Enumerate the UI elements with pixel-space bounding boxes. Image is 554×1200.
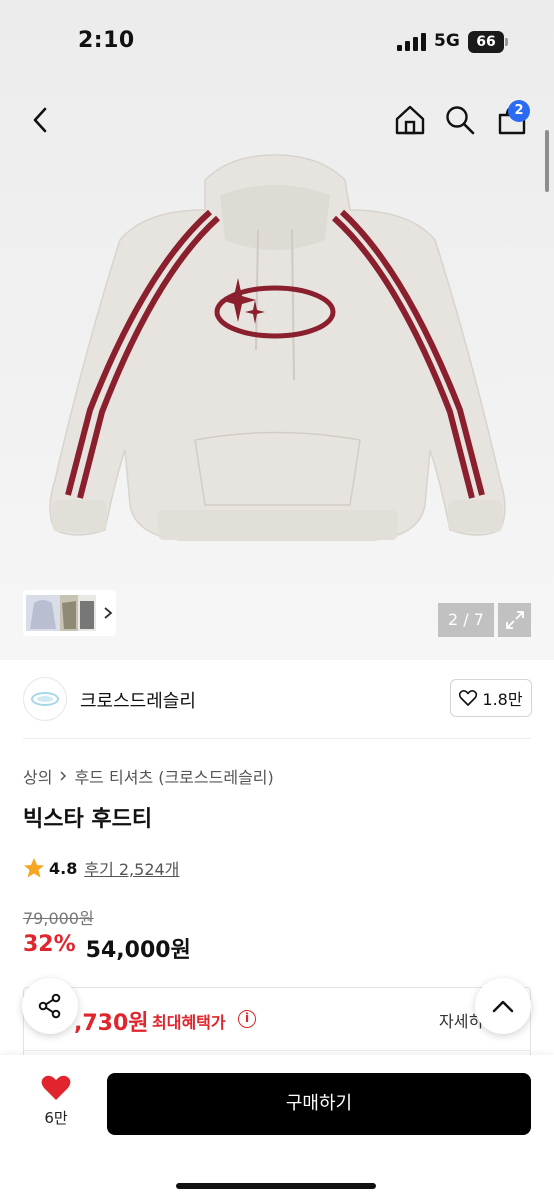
home-icon [395,105,425,135]
scroll-top-button[interactable] [475,978,531,1034]
share-button[interactable] [22,978,78,1034]
breadcrumb: 상의 후드 티셔츠 (크로스드레슬리) [23,764,274,788]
breadcrumb-subcategory[interactable]: 후드 티셔츠 (크로스드레슬리) [74,764,273,788]
back-button[interactable] [18,98,62,142]
home-indicator [176,1183,376,1189]
signal-icon [397,33,426,51]
brand-logo[interactable] [23,677,67,721]
thumbnail-images [26,595,96,631]
brand-name[interactable]: 크로스드레슬리 [80,687,196,713]
product-rating[interactable]: 4.8 후기 2,524개 [23,856,179,880]
sale-price: 54,000원 [85,938,191,963]
top-navigation [0,96,554,144]
home-button[interactable] [388,98,432,142]
search-icon [446,106,475,135]
scroll-indicator [545,130,549,192]
share-icon [38,993,61,1019]
heart-filled-icon [41,1075,71,1100]
heart-outline-icon [459,690,478,706]
cart-count-badge: 2 [508,100,530,122]
expand-icon [505,611,524,629]
max-benefit-label: 최대혜택가 [152,1013,226,1032]
star-icon [24,858,44,878]
chevron-up-icon [492,1000,514,1013]
status-time: 2:10 [78,28,135,53]
product-title: 빅스타 후드티 [23,807,153,832]
product-photo-hoodie [49,154,506,541]
info-icon[interactable]: i [238,1010,256,1028]
expand-button[interactable] [498,603,531,637]
brand-logo-image [31,692,59,706]
buy-button[interactable]: 구매하기 [107,1073,531,1135]
box-divider [24,1050,530,1051]
wish-button[interactable]: 6만 [28,1075,84,1135]
chevron-right-icon [104,607,113,619]
back-icon [33,107,47,133]
breadcrumb-category[interactable]: 상의 [23,764,52,788]
status-bar: 2:10 5G 66 [0,0,554,84]
battery-level: 66 [468,31,504,53]
brand-row[interactable]: 크로스드레슬리 1.8만 [0,661,554,737]
section-divider [23,738,531,739]
max-benefit-price: ,730원 [74,1011,149,1036]
rating-score: 4.8 [49,858,78,878]
image-thumbnails[interactable] [23,590,116,636]
search-button[interactable] [438,98,482,142]
battery-icon: 66 [468,31,508,53]
image-counter: 2 / 7 [438,603,494,637]
brand-like-button[interactable]: 1.8만 [450,679,532,717]
bottom-action-bar: 6만 구매하기 [0,1055,554,1200]
brand-like-count: 1.8만 [482,690,523,709]
chevron-right-icon [60,771,67,781]
wish-count: 6만 [44,1109,68,1127]
original-price: 79,000원 [23,909,94,928]
review-count-link[interactable]: 후기 2,524개 [84,856,179,880]
discount-rate: 32% [23,932,76,957]
sale-price-row: 32% 54,000원 [23,932,191,964]
network-type: 5G [434,31,460,51]
